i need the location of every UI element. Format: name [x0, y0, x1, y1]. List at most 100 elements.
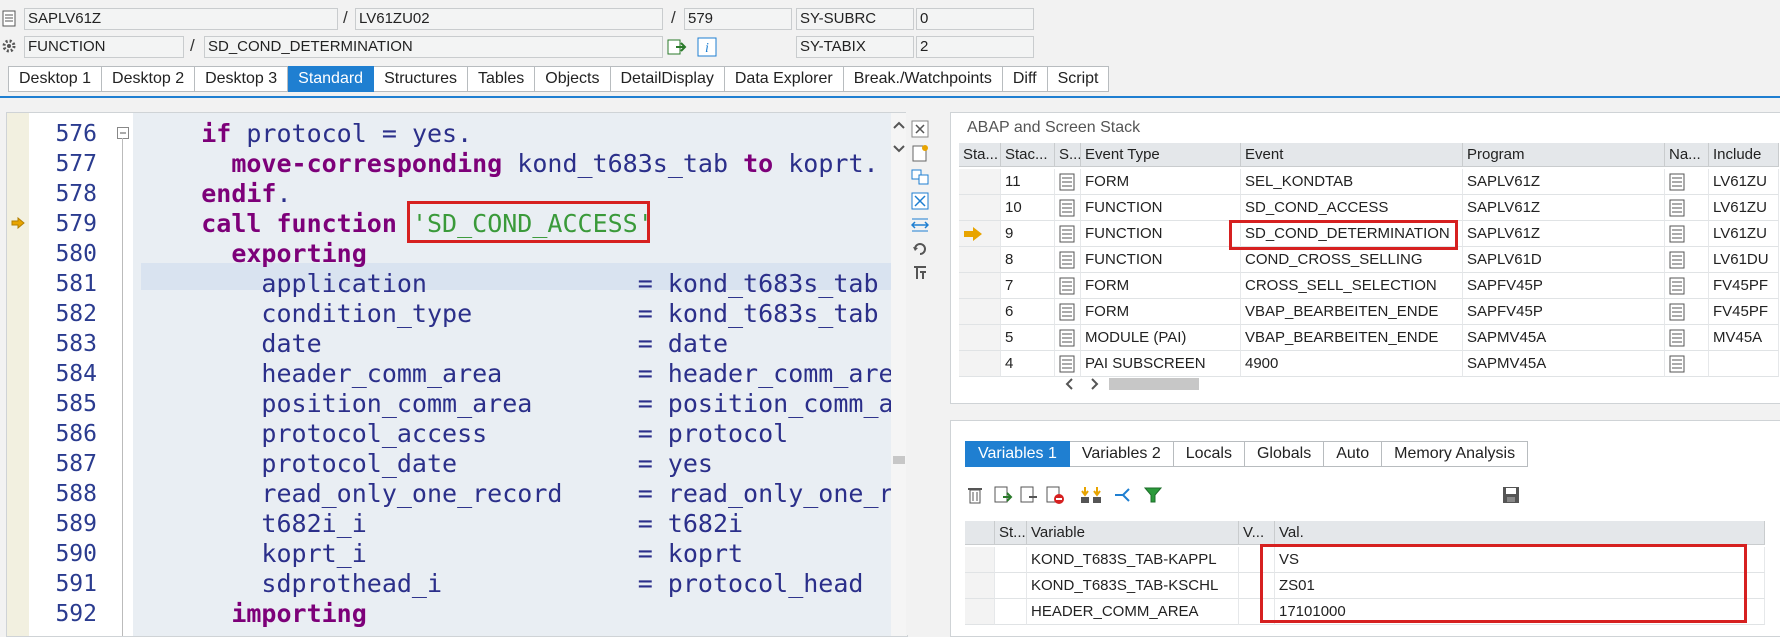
vertical-scrollbar[interactable] — [891, 113, 907, 636]
tab-data-explorer[interactable]: Data Explorer — [724, 66, 844, 92]
stack-cell-level[interactable]: 4 — [1001, 351, 1055, 377]
stack-nav-icon-cell[interactable] — [1665, 299, 1709, 325]
variables-column-header[interactable] — [965, 521, 995, 545]
variables-tab-variables-1[interactable]: Variables 1 — [965, 441, 1070, 467]
stack-nav-icon-cell[interactable] — [1665, 195, 1709, 221]
tab-tables[interactable]: Tables — [468, 66, 536, 92]
tab-desktop-3[interactable]: Desktop 3 — [195, 66, 289, 92]
stack-column-header[interactable]: S... — [1055, 143, 1081, 167]
variables-tab-locals[interactable]: Locals — [1173, 441, 1245, 467]
stack-type-icon-cell[interactable] — [1055, 221, 1081, 247]
refresh-icon[interactable] — [911, 240, 929, 258]
variables-empty-cell[interactable] — [995, 547, 1027, 573]
sysvar-name-field[interactable]: SY-TABIX — [796, 36, 914, 58]
stack-column-header[interactable]: Event — [1241, 143, 1463, 167]
stack-cell-event[interactable]: VBAP_BEARBEITEN_ENDE — [1241, 325, 1463, 351]
stack-cell-include[interactable] — [1709, 351, 1779, 377]
delete-icon[interactable] — [965, 485, 985, 505]
breakpoint-gutter[interactable] — [7, 113, 30, 636]
stack-row-marker[interactable] — [959, 247, 1001, 273]
stack-row-marker[interactable] — [959, 273, 1001, 299]
stack-row-marker[interactable] — [959, 299, 1001, 325]
code-line[interactable]: read_only_one_record = read_only_one_rec… — [141, 479, 891, 509]
variables-tab-globals[interactable]: Globals — [1244, 441, 1325, 467]
resize-icon[interactable] — [910, 216, 930, 234]
new-tool-icon[interactable] — [911, 144, 929, 162]
stack-cell-type[interactable]: FORM — [1081, 273, 1241, 299]
horizontal-scrollbar[interactable] — [1065, 375, 1765, 391]
save-icon[interactable] — [1501, 485, 1521, 505]
code-line[interactable]: endif. — [141, 179, 291, 209]
tab-desktop-1[interactable]: Desktop 1 — [8, 66, 103, 92]
stack-cell-type[interactable]: PAI SUBSCREEN — [1081, 351, 1241, 377]
tab-diff[interactable]: Diff — [1002, 66, 1048, 92]
stack-type-icon-cell[interactable] — [1055, 299, 1081, 325]
stack-cell-program[interactable]: SAPLV61Z — [1463, 195, 1665, 221]
tab-structures[interactable]: Structures — [374, 66, 468, 92]
stack-cell-type[interactable]: MODULE (PAI) — [1081, 325, 1241, 351]
stack-type-icon-cell[interactable] — [1055, 247, 1081, 273]
object-name-field[interactable]: SD_COND_DETERMINATION — [204, 36, 663, 58]
stack-cell-type[interactable]: FORM — [1081, 169, 1241, 195]
chevron-left-icon[interactable] — [1065, 377, 1075, 390]
tab-detaildisplay[interactable]: DetailDisplay — [610, 66, 725, 92]
stack-cell-program[interactable]: SAPLV61Z — [1463, 221, 1665, 247]
move-rows-icon[interactable] — [1079, 485, 1103, 505]
code-line[interactable]: application = kond_t683s_tab — [141, 269, 878, 299]
tab-standard[interactable]: Standard — [288, 66, 375, 92]
filter-icon[interactable] — [1143, 485, 1163, 505]
stack-cell-program[interactable]: SAPMV45A — [1463, 351, 1665, 377]
code-line[interactable]: t682i_i = t682i — [141, 509, 743, 539]
variable-name-cell[interactable]: KOND_T683S_TAB-KAPPL — [1027, 547, 1239, 573]
tools-icon[interactable] — [911, 264, 929, 282]
stack-cell-program[interactable]: SAPFV45P — [1463, 299, 1665, 325]
stack-cell-type[interactable]: FORM — [1081, 299, 1241, 325]
stack-cell-type[interactable]: FUNCTION — [1081, 195, 1241, 221]
stack-cell-event[interactable]: SEL_KONDTAB — [1241, 169, 1463, 195]
stack-cell-level[interactable]: 7 — [1001, 273, 1055, 299]
program-field[interactable]: SAPLV61Z — [24, 8, 338, 30]
code-line[interactable]: position_comm_area = position_comm_area — [141, 389, 891, 419]
variable-name-cell[interactable]: KOND_T683S_TAB-KSCHL — [1027, 573, 1239, 599]
stack-column-header[interactable]: Sta... — [959, 143, 1001, 167]
tab-script[interactable]: Script — [1047, 66, 1110, 92]
stack-type-icon-cell[interactable] — [1055, 325, 1081, 351]
stack-cell-program[interactable]: SAPLV61D — [1463, 247, 1665, 273]
navigate-icon[interactable] — [667, 38, 687, 56]
tab-break-watchpoints[interactable]: Break./Watchpoints — [843, 66, 1003, 92]
stack-cell-include[interactable]: LV61DU — [1709, 247, 1779, 273]
sysvar-value-field[interactable]: 0 — [916, 8, 1034, 30]
code-line[interactable]: protocol_date = yes — [141, 449, 713, 479]
tab-desktop-2[interactable]: Desktop 2 — [102, 66, 196, 92]
stack-row-marker[interactable] — [959, 325, 1001, 351]
stack-nav-icon-cell[interactable] — [1665, 273, 1709, 299]
code-line[interactable]: date = date — [141, 329, 728, 359]
code-line[interactable]: sdprothead_i = protocol_head — [141, 569, 863, 599]
stack-column-header[interactable]: Program — [1463, 143, 1665, 167]
code-text-area[interactable]: if protocol = yes. move-corresponding ko… — [133, 113, 891, 636]
tab-objects[interactable]: Objects — [535, 66, 611, 92]
stack-column-header[interactable]: Stac... — [1001, 143, 1055, 167]
variables-empty-cell[interactable] — [995, 573, 1027, 599]
stack-cell-include[interactable]: MV45A — [1709, 325, 1779, 351]
stack-cell-type[interactable]: FUNCTION — [1081, 221, 1241, 247]
variable-name-cell[interactable]: HEADER_COMM_AREA — [1027, 599, 1239, 625]
sysvar-name-field[interactable]: SY-SUBRC — [796, 8, 914, 30]
code-line[interactable]: exporting — [141, 239, 366, 269]
stack-cell-program[interactable]: SAPFV45P — [1463, 273, 1665, 299]
variables-column-header[interactable]: St... — [995, 521, 1027, 545]
stack-column-header[interactable]: Na... — [1665, 143, 1709, 167]
stack-cell-level[interactable]: 9 — [1001, 221, 1055, 247]
variables-row-marker[interactable] — [965, 599, 995, 625]
chevron-down-icon[interactable] — [893, 141, 905, 153]
variables-tab-auto[interactable]: Auto — [1324, 441, 1383, 467]
stack-cell-level[interactable]: 5 — [1001, 325, 1055, 351]
variables-tab-memory-analysis[interactable]: Memory Analysis — [1382, 441, 1529, 467]
stack-cell-level[interactable]: 10 — [1001, 195, 1055, 221]
stack-row-marker[interactable] — [959, 351, 1001, 377]
stack-cell-level[interactable]: 8 — [1001, 247, 1055, 273]
stack-nav-icon-cell[interactable] — [1665, 351, 1709, 377]
split-icon[interactable] — [1113, 485, 1133, 505]
variables-empty-cell[interactable] — [995, 599, 1027, 625]
remove-row-icon[interactable] — [1045, 485, 1065, 505]
